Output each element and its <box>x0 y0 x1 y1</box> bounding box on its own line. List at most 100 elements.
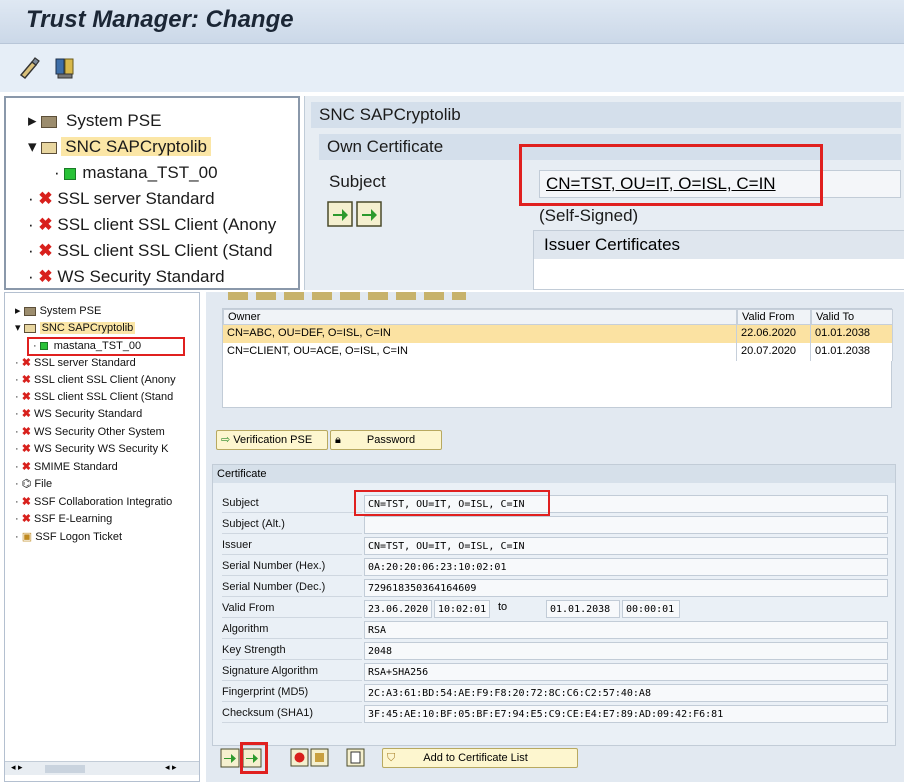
value-valid-to-date[interactable]: 01.01.2038 <box>546 600 620 618</box>
value-signature-algorithm[interactable]: RSA+SHA256 <box>364 663 888 681</box>
tree-item-ssl-client-anony[interactable]: · ✖ SSL client SSL Client (Anony <box>15 372 176 389</box>
tree-item-snc-sapcryptolib[interactable]: ▾ SNC SAPCryptolib <box>28 134 211 159</box>
tree-item-ssf-collab[interactable]: · ✖ SSF Collaboration Integratio <box>15 494 172 511</box>
label-serial-hex: Serial Number (Hex.) <box>222 557 362 576</box>
list-toolbar <box>222 292 892 302</box>
tree-item-ssl-server[interactable]: · ✖ SSL server Standard <box>28 186 215 211</box>
value-checksum[interactable]: 3F:45:AE:10:BF:05:BF:E7:94:E5:C9:CE:E4:E… <box>364 705 888 723</box>
edit-icon[interactable] <box>18 56 42 80</box>
column-header-valid-to[interactable]: Valid To <box>811 309 893 325</box>
green-square-icon <box>64 167 77 180</box>
tree-item-mastana[interactable]: · mastana_TST_00 <box>54 160 218 185</box>
tree-item-ws-other[interactable]: · ✖ WS Security Other System <box>15 424 165 441</box>
toolbar <box>0 44 904 92</box>
title-bar: Trust Manager: Change <box>0 0 904 44</box>
certificate-icon[interactable] <box>52 56 76 80</box>
value-subject-alt[interactable] <box>364 516 888 534</box>
cell-valid-from: 22.06.2020 <box>737 325 811 343</box>
list-toolbar-icons[interactable] <box>228 292 466 300</box>
import-icon: ⇨ <box>221 434 231 446</box>
import-export-icons[interactable] <box>327 200 383 228</box>
label-issuer: Issuer <box>222 536 362 555</box>
delete-icon[interactable] <box>290 748 330 768</box>
pse-header: SNC SAPCryptolib <box>311 102 901 128</box>
tree-item-ssf-elearning[interactable]: · ✖ SSF E-Learning <box>15 511 112 528</box>
add-to-certificate-list-button[interactable]: ⛉ Add to Certificate List <box>382 748 578 768</box>
value-fingerprint[interactable]: 2C:A3:61:BD:54:AE:F9:F8:20:72:8C:C6:C2:5… <box>364 684 888 702</box>
tree-item-ssf-logon[interactable]: · ▣ SSF Logon Ticket <box>15 529 122 546</box>
x-icon: ✖ <box>21 408 31 420</box>
x-icon: ✖ <box>38 241 53 260</box>
label-subject: Subject <box>222 494 362 513</box>
x-icon: ✖ <box>21 357 31 369</box>
table-row[interactable]: CN=CLIENT, OU=ACE, O=ISL, C=IN 20.07.202… <box>223 343 893 361</box>
column-header-owner[interactable]: Owner <box>223 309 737 325</box>
tree-item-ssl-client-stand[interactable]: · ✖ SSL client SSL Client (Stand <box>28 238 273 263</box>
issuer-certificates-box: Issuer Certificates <box>533 230 904 290</box>
scroll-arrows-icon: ◂ ▸ <box>165 762 177 772</box>
tree-item-system-pse[interactable]: ▸ System PSE <box>15 303 101 320</box>
value-valid-from-date[interactable]: 23.06.2020 <box>364 600 432 618</box>
table-row[interactable]: CN=ABC, OU=DEF, O=ISL, C=IN 22.06.2020 0… <box>223 325 893 343</box>
certificate-list-table: Owner Valid From Valid To CN=ABC, OU=DEF… <box>222 308 893 408</box>
x-icon: ✖ <box>38 267 53 286</box>
value-serial-dec[interactable]: 729618350364164609 <box>364 579 888 597</box>
value-valid-to-time[interactable]: 00:00:01 <box>622 600 680 618</box>
tree-item-smime[interactable]: · ✖ SMIME Standard <box>15 459 118 476</box>
horizontal-scrollbar[interactable]: ◂ ▸ ◂ ▸ <box>5 761 199 775</box>
details-icon[interactable] <box>346 748 366 768</box>
tree-item-ws-security[interactable]: · ✖ WS Security Standard <box>15 406 142 423</box>
tree-item-file[interactable]: · ⌬ File <box>15 476 52 493</box>
highlight-box <box>240 742 268 774</box>
value-algorithm[interactable]: RSA <box>364 621 888 639</box>
x-icon: ✖ <box>21 443 31 455</box>
own-certificate-pane: SNC SAPCryptolib Own Certificate Subject… <box>304 96 904 290</box>
folder-open-icon <box>23 323 36 333</box>
pse-tree: ▸ System PSE ▾ SNC SAPCryptolib · mastan… <box>4 292 200 782</box>
certificate-add-icon: ⛉ <box>387 752 396 764</box>
highlight-box <box>354 490 550 516</box>
verification-pse-button[interactable]: ⇨ Verification PSE <box>216 430 328 450</box>
scroll-arrows-icon: ◂ ▸ <box>11 762 23 772</box>
self-signed-label: (Self-Signed) <box>539 206 639 225</box>
label-fingerprint: Fingerprint (MD5) <box>222 683 362 702</box>
x-icon: ✖ <box>21 496 31 508</box>
cell-valid-to: 01.01.2038 <box>811 325 893 343</box>
label-key-strength: Key Strength <box>222 641 362 660</box>
value-key-strength[interactable]: 2048 <box>364 642 888 660</box>
value-serial-hex[interactable]: 0A:20:20:06:23:10:02:01 <box>364 558 888 576</box>
value-issuer[interactable]: CN=TST, OU=IT, O=ISL, C=IN <box>364 537 888 555</box>
pse-tree-zoomed: ▸ System PSE ▾ SNC SAPCryptolib · mastan… <box>4 96 300 290</box>
tree-item-snc-sapcryptolib[interactable]: ▾ SNC SAPCryptolib <box>15 320 136 337</box>
x-icon: ✖ <box>38 189 53 208</box>
label-checksum: Checksum (SHA1) <box>222 704 362 723</box>
to-label: to <box>498 601 508 613</box>
cell-valid-to: 01.01.2038 <box>811 343 893 361</box>
tree-item-ssl-client-stand[interactable]: · ✖ SSL client SSL Client (Stand <box>15 389 173 406</box>
highlight-box <box>27 337 185 356</box>
folder-icon <box>41 115 58 128</box>
tree-item-ssl-server[interactable]: · ✖ SSL server Standard <box>15 355 136 372</box>
value-valid-from-time[interactable]: 10:02:01 <box>434 600 490 618</box>
x-icon: ✖ <box>38 215 53 234</box>
column-header-valid-from[interactable]: Valid From <box>737 309 811 325</box>
label-algorithm: Algorithm <box>222 620 362 639</box>
ticket-icon: ▣ <box>21 531 33 543</box>
x-icon: ✖ <box>21 391 31 403</box>
x-icon: ✖ <box>21 461 31 473</box>
tree-item-ws-ws[interactable]: · ✖ WS Security WS Security K <box>15 441 169 458</box>
tree-item-system-pse[interactable]: ▸ System PSE <box>28 108 161 133</box>
tree-item-ssl-client-anony[interactable]: · ✖ SSL client SSL Client (Anony <box>28 212 276 237</box>
certificate-header: Certificate <box>213 465 895 483</box>
label-serial-dec: Serial Number (Dec.) <box>222 578 362 597</box>
cell-owner: CN=ABC, OU=DEF, O=ISL, C=IN <box>223 325 737 343</box>
lock-icon: 🔒︎ <box>335 434 341 446</box>
scroll-thumb[interactable] <box>45 765 85 773</box>
folder-open-icon <box>41 141 58 154</box>
x-icon: ✖ <box>21 513 31 525</box>
label-valid-from: Valid From <box>222 599 362 618</box>
tree-item-ws-security[interactable]: · ✖ WS Security Standard <box>28 264 225 288</box>
main-pane: Owner Valid From Valid To CN=ABC, OU=DEF… <box>206 292 904 782</box>
password-button[interactable]: 🔒︎ Password <box>330 430 442 450</box>
subject-label: Subject <box>329 172 386 191</box>
